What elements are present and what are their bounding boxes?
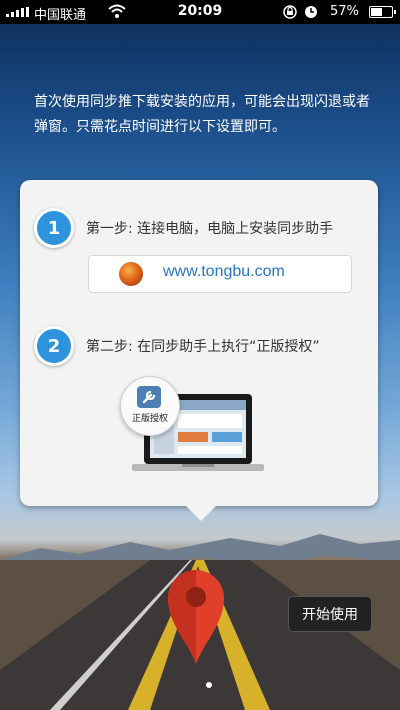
rotation-lock-icon [283, 5, 297, 19]
screen: 中国联通 20:09 57% 首次使用同步推下载安装的应用，可能会出现闪退或者弹… [0, 0, 400, 710]
authorize-badge: 正版授权 [120, 376, 180, 436]
instruction-card: 1 第一步: 连接电脑，电脑上安装同步助手 www.tongbu.com 2 第… [20, 180, 378, 506]
map-pin-icon [168, 570, 224, 664]
start-button[interactable]: 开始使用 [288, 596, 372, 632]
step-2-text: 第二步: 在同步助手上执行“正版授权” [86, 339, 320, 355]
step-2-number: 2 [34, 326, 74, 366]
card-pointer [184, 504, 218, 521]
authorize-badge-label: 正版授权 [131, 414, 168, 424]
step-1-number: 1 [34, 208, 74, 248]
intro-text: 首次使用同步推下载安装的应用，可能会出现闪退或者弹窗。只需花点时间进行以下设置即… [34, 94, 370, 135]
download-url[interactable]: www.tongbu.com [163, 263, 285, 281]
step-1-text: 第一步: 连接电脑，电脑上安装同步助手 [86, 221, 334, 237]
download-url-box[interactable]: www.tongbu.com [88, 255, 352, 293]
wrench-icon [137, 386, 161, 408]
tongbu-logo-icon [119, 262, 143, 286]
battery-icon [369, 6, 396, 18]
battery-percent: 57% [330, 4, 359, 19]
alarm-icon [305, 6, 317, 18]
battery-fill [371, 8, 383, 16]
status-bar: 中国联通 20:09 57% [0, 0, 400, 24]
page-indicator-dot [206, 682, 212, 688]
